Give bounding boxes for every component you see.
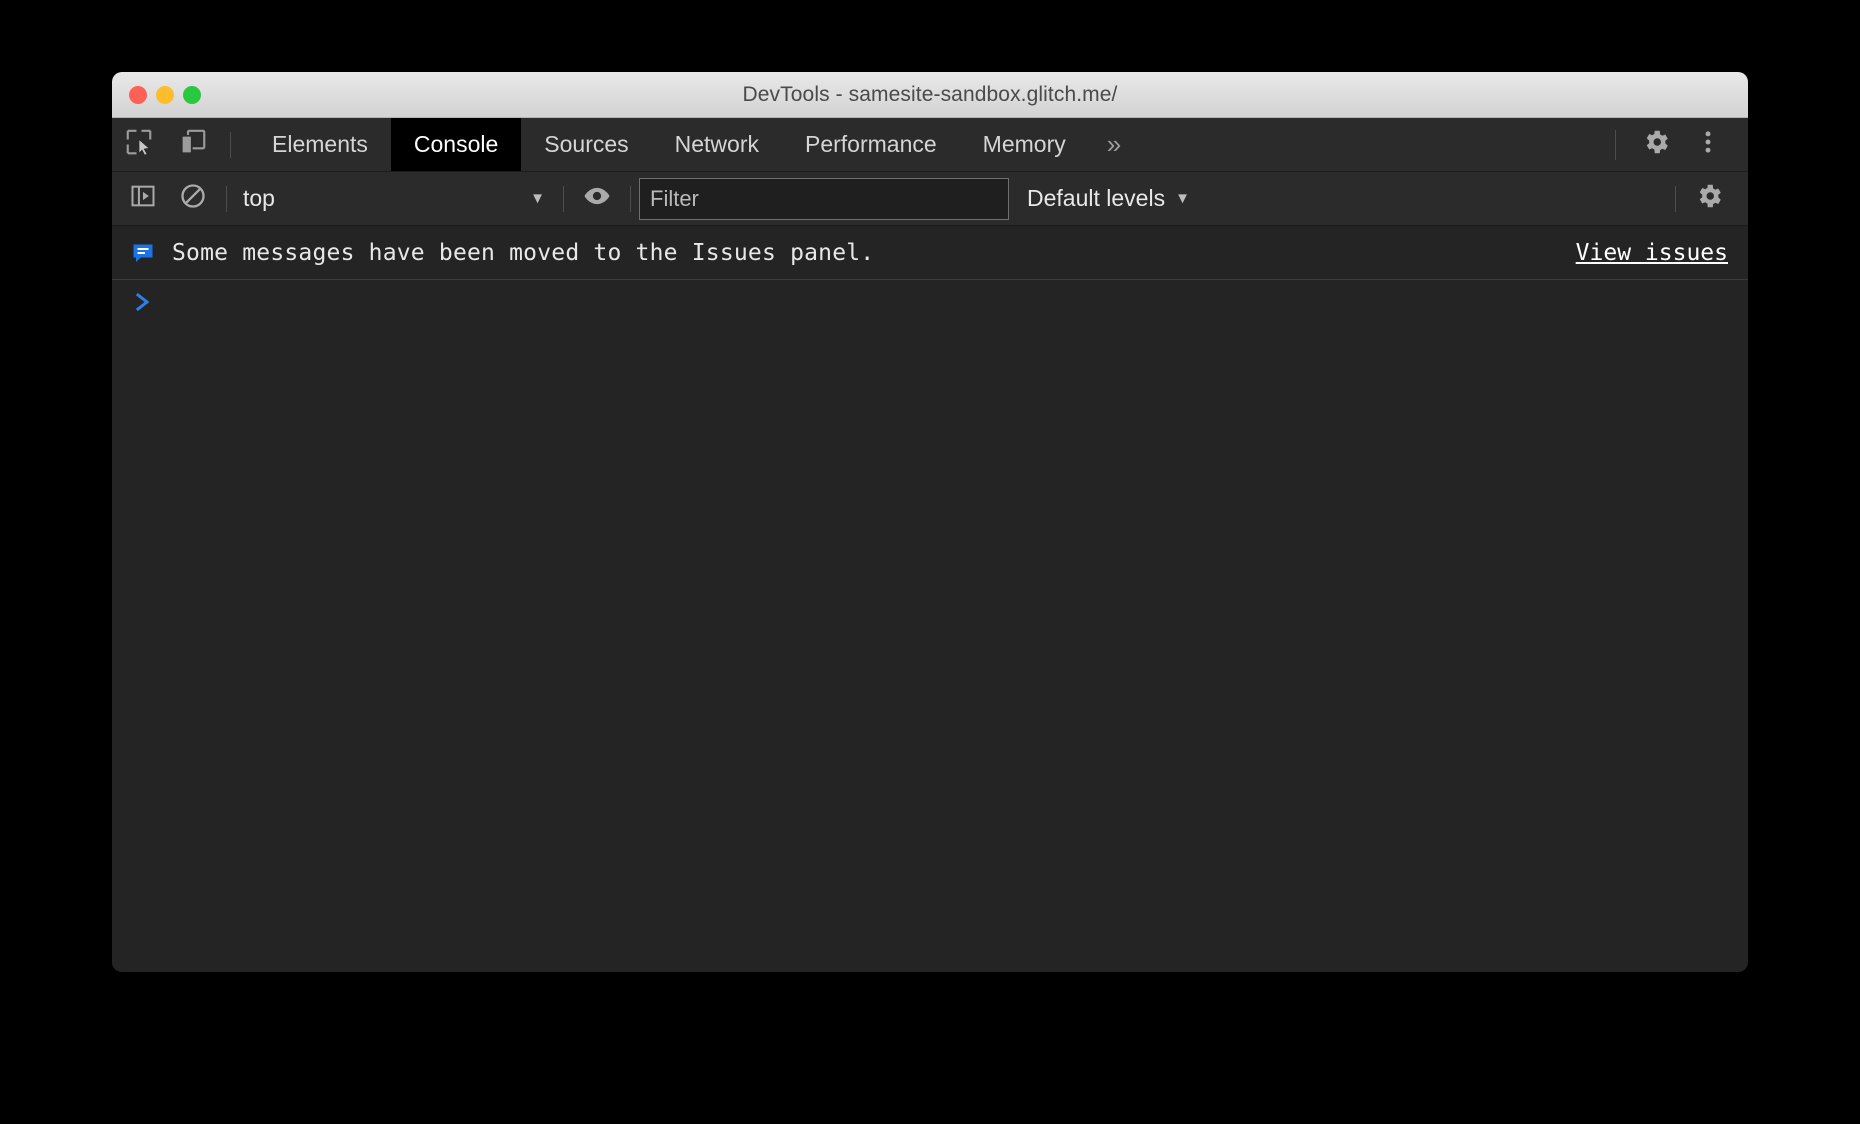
tab-network[interactable]: Network [652,118,782,171]
inspect-element-button[interactable] [112,118,166,171]
tab-sources[interactable]: Sources [521,118,651,171]
panel-tabs: Elements Console Sources Network Perform… [249,118,1139,171]
console-filter-input[interactable]: Filter [639,178,1009,220]
info-message-icon [128,241,158,265]
console-toolbar-right-controls [1667,174,1748,224]
console-toolbar: top ▼ Filter Default levels ▼ [112,172,1748,226]
context-selected-value: top [243,185,275,212]
more-tabs-icon[interactable]: » [1089,118,1139,171]
console-toolbar-divider-3 [630,186,631,212]
desktop-backdrop: DevTools - samesite-sandbox.glitch.me/ [0,0,1860,1124]
console-prompt-input[interactable] [154,280,1748,330]
window-titlebar: DevTools - samesite-sandbox.glitch.me/ [112,72,1748,118]
console-message-area[interactable]: Some messages have been moved to the Iss… [112,226,1748,970]
chevron-down-icon-levels: ▼ [1175,191,1190,206]
clear-console-icon [179,182,207,215]
settings-gear-icon [1641,127,1671,162]
console-toolbar-divider-1 [226,186,227,212]
device-toolbar-button[interactable] [166,118,220,171]
console-sidebar-button[interactable] [118,174,168,224]
console-message-text: Some messages have been moved to the Iss… [172,240,874,266]
tab-elements[interactable]: Elements [249,118,391,171]
traffic-light-buttons [129,72,201,118]
tabbar-divider [230,132,231,158]
eye-icon [582,181,612,216]
console-prompt-row[interactable] [112,280,1748,330]
device-toolbar-icon [178,127,208,162]
window-title: DevTools - samesite-sandbox.glitch.me/ [743,83,1118,107]
console-toolbar-divider-2 [563,186,564,212]
more-options-icon [1694,128,1722,161]
live-expression-button[interactable] [572,174,622,224]
prompt-chevron-icon [132,290,154,320]
tab-performance[interactable]: Performance [782,118,960,171]
chevron-down-icon: ▼ [530,191,545,206]
minimize-window-button[interactable] [156,86,174,104]
javascript-context-dropdown[interactable]: top ▼ [235,179,555,219]
console-message-row: Some messages have been moved to the Iss… [112,226,1748,280]
tabbar-right-divider [1615,130,1616,160]
settings-button[interactable] [1630,119,1682,171]
log-levels-selected-value: Default levels [1027,185,1165,212]
view-issues-link[interactable]: View issues [1576,240,1728,266]
maximize-window-button[interactable] [183,86,201,104]
console-settings-gear-icon [1694,181,1724,216]
clear-console-button[interactable] [168,174,218,224]
filter-placeholder-text: Filter [650,186,699,212]
devtools-tabbar: Elements Console Sources Network Perform… [112,118,1748,172]
tab-memory[interactable]: Memory [960,118,1089,171]
tab-console[interactable]: Console [391,118,521,171]
devtools-window: DevTools - samesite-sandbox.glitch.me/ [112,72,1748,972]
tabbar-right-controls [1609,118,1748,171]
log-levels-dropdown[interactable]: Default levels ▼ [1027,185,1190,212]
inspect-element-icon [124,127,154,162]
console-settings-button[interactable] [1684,174,1734,224]
console-toolbar-divider-4 [1675,186,1676,212]
console-sidebar-icon [129,182,157,215]
more-options-button[interactable] [1682,119,1734,171]
close-window-button[interactable] [129,86,147,104]
